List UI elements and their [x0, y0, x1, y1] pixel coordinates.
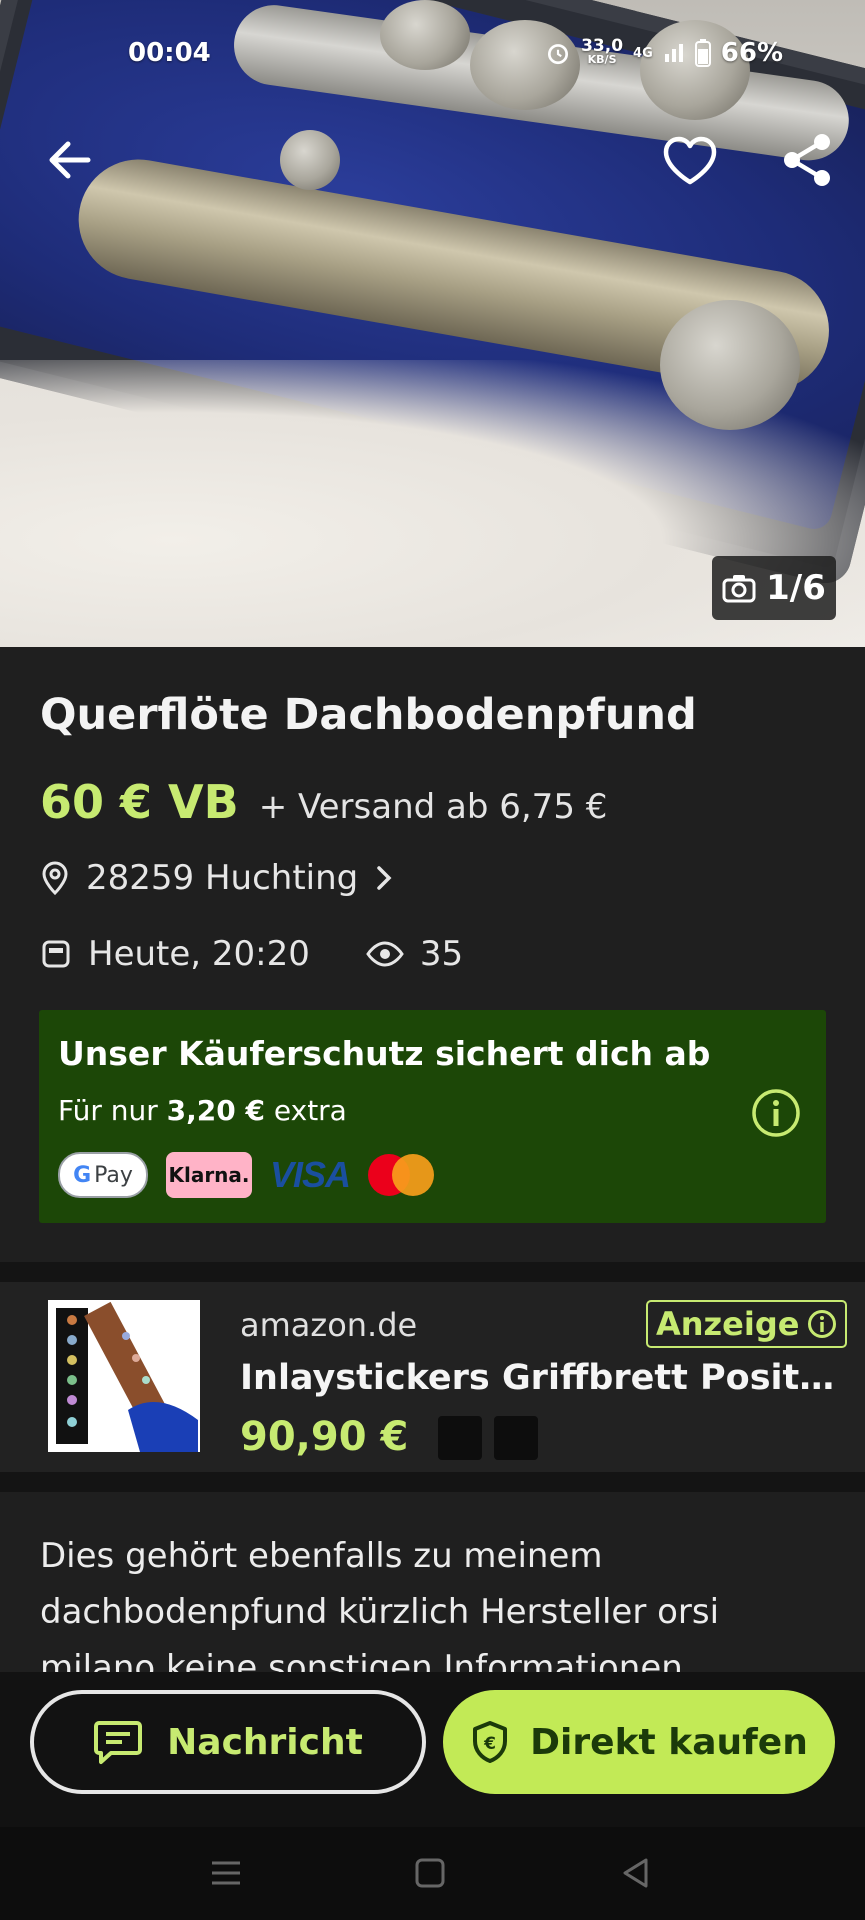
- system-navigation-bar: [0, 1827, 865, 1920]
- arrow-left-icon: [49, 141, 91, 179]
- net-speed-unit: KB/S: [587, 53, 617, 66]
- menu-icon[interactable]: [206, 1853, 246, 1893]
- location-pin-icon: [42, 861, 68, 895]
- status-icons: 33,0 KB/S 4G 66%: [545, 38, 783, 68]
- ad-color-swatch: [494, 1416, 538, 1460]
- net-speed-value: 33,0: [581, 36, 624, 56]
- chevron-right-icon: [377, 866, 392, 890]
- share-button[interactable]: [776, 128, 840, 192]
- share-icon: [784, 134, 830, 186]
- signal-icon: [664, 44, 683, 62]
- ad-badge-label: Anzeige: [656, 1305, 800, 1343]
- photo-counter[interactable]: 1/6: [712, 556, 836, 620]
- guitar-fretboard-image: [52, 1301, 198, 1452]
- klarna-logo: Klarna.: [166, 1152, 252, 1198]
- ad-source: amazon.de: [240, 1306, 418, 1344]
- action-bar: Nachricht € Direkt kaufen: [0, 1672, 865, 1827]
- buyer-protection-title: Unser Käuferschutz sichert dich ab: [58, 1034, 711, 1073]
- ad-product-image: [48, 1300, 200, 1452]
- status-time: 00:04: [128, 38, 211, 68]
- section-divider: [0, 1262, 865, 1282]
- listing-date: Heute, 20:20: [88, 934, 310, 974]
- listing-title: Querflöte Dachbodenpfund: [40, 690, 697, 740]
- section-divider: [0, 1472, 865, 1492]
- battery-level: 66%: [720, 38, 783, 68]
- sponsored-ad[interactable]: amazon.de Anzeige Inlaystickers Griffbre…: [0, 1282, 865, 1472]
- buy-button-label: Direkt kaufen: [530, 1721, 808, 1763]
- price-row: 60 € VB + Versand ab 6,75 €: [40, 775, 607, 829]
- fee-suffix: extra: [273, 1094, 347, 1127]
- view-count: 35: [419, 934, 464, 974]
- ad-badge[interactable]: Anzeige: [646, 1300, 848, 1348]
- network-type: 4G: [633, 45, 653, 61]
- listing-photo[interactable]: 00:04 33,0 KB/S 4G 66% 1/6: [0, 0, 865, 647]
- message-button-label: Nachricht: [167, 1721, 363, 1763]
- back-button[interactable]: [38, 128, 102, 192]
- net-speed: 33,0 KB/S: [581, 36, 624, 67]
- visa-logo: VISA: [270, 1154, 351, 1195]
- shipping-cost: + Versand ab 6,75 €: [258, 787, 608, 827]
- mastercard-logo: [368, 1154, 435, 1196]
- favorite-button[interactable]: [658, 128, 722, 192]
- camera-icon: [722, 575, 756, 603]
- message-button[interactable]: Nachricht: [30, 1690, 426, 1794]
- calendar-icon: [42, 940, 70, 968]
- ad-color-swatch: [438, 1416, 482, 1460]
- info-icon[interactable]: [751, 1088, 801, 1138]
- listing-description: Dies gehört ebenfalls zu meinem dachbode…: [40, 1536, 720, 1680]
- shield-euro-icon: €: [473, 1721, 508, 1763]
- fee-amount: 3,20 €: [166, 1094, 265, 1127]
- buy-now-button[interactable]: € Direkt kaufen: [443, 1690, 835, 1794]
- listing-meta: Heute, 20:20 35: [40, 934, 463, 974]
- ad-price: 90,90 €: [240, 1414, 409, 1460]
- ad-title: Inlaystickers Griffbrett Position Marker…: [240, 1358, 840, 1398]
- back-nav-icon[interactable]: [616, 1853, 656, 1893]
- fee-prefix: Für nur: [58, 1094, 158, 1127]
- listing-price: 60 € VB: [40, 775, 239, 829]
- google-pay-label: Pay: [94, 1162, 133, 1188]
- chat-icon: [94, 1721, 143, 1764]
- svg-text:€: €: [483, 1734, 496, 1754]
- alarm-icon: [548, 44, 569, 65]
- eye-icon: [366, 941, 404, 967]
- heart-icon: [663, 136, 717, 185]
- home-icon[interactable]: [410, 1853, 450, 1893]
- location-link[interactable]: 28259 Huchting: [40, 858, 394, 898]
- google-pay-logo: G Pay: [58, 1152, 148, 1198]
- buyer-protection-fee: Für nur 3,20 € extra: [58, 1094, 347, 1127]
- buyer-protection-banner[interactable]: Unser Käuferschutz sichert dich ab Für n…: [39, 1010, 826, 1223]
- info-icon: [808, 1310, 837, 1338]
- battery-icon: [694, 39, 711, 67]
- payment-methods: G Pay Klarna. VISA: [58, 1152, 435, 1198]
- location-text: 28259 Huchting: [86, 858, 359, 898]
- photo-counter-text: 1/6: [766, 568, 826, 608]
